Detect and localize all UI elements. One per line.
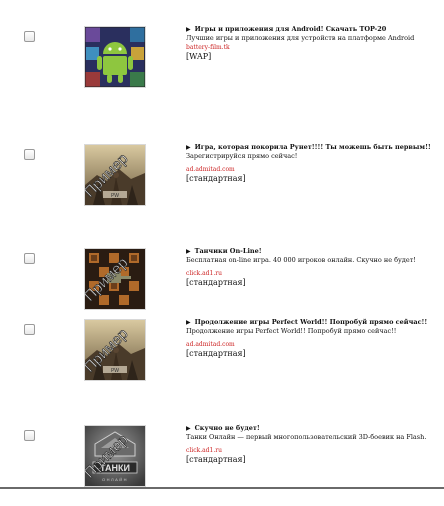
svg-text:PW: PW <box>111 368 119 374</box>
ad-select-checkbox[interactable] <box>24 253 35 264</box>
android-apps-image <box>85 27 145 87</box>
play-triangle-icon: ▶ <box>186 425 191 432</box>
play-triangle-icon: ▶ <box>186 248 191 255</box>
ad-text-block: ▶ Танчики On-Line! Бесплатная on-line игр… <box>186 247 436 288</box>
ad-row: ТАНКИ ОНЛАЙН Пример ▶ Скучно не будет! Та… <box>0 424 444 506</box>
svg-text:ОНЛАЙН: ОНЛАЙН <box>102 477 128 482</box>
ad-title[interactable]: ▶ Продолжение игры Perfect World!! Попроб… <box>186 318 436 327</box>
ad-row: PW Пример ▶ Игра, которая покорила Рунет!… <box>0 143 444 225</box>
ad-description: Лучшие игры и приложения для устройств н… <box>186 34 415 42</box>
bottom-divider <box>0 487 444 489</box>
ad-text-block: ▶ Игры и приложения для Android! Скачать … <box>186 25 436 62</box>
ad-select-checkbox[interactable] <box>24 324 35 335</box>
ad-domain[interactable]: click.ad1.ru <box>186 446 436 455</box>
ad-format-tag: [WAP] <box>186 52 212 61</box>
ad-domain[interactable]: ad.admitad.com <box>186 165 436 174</box>
ad-title[interactable]: ▶ Танчики On-Line! <box>186 247 436 256</box>
ad-thumbnail[interactable]: PW Пример <box>85 145 145 205</box>
play-triangle-icon: ▶ <box>186 144 191 151</box>
ad-description: Продолжение игры Perfect World!! Попробу… <box>186 327 397 335</box>
svg-text:PW: PW <box>111 193 119 199</box>
ad-select-checkbox[interactable] <box>24 149 35 160</box>
ad-title[interactable]: ▶ Скучно не будет! <box>186 424 436 433</box>
ad-description: Танки Онлайн — первый многопользовательс… <box>186 433 427 441</box>
ad-thumbnail[interactable]: Пример <box>85 249 145 309</box>
ad-row: PW Пример ▶ Продолжение игры Perfect Worl… <box>0 318 444 400</box>
ad-format-tag: [стандартная] <box>186 174 246 183</box>
ad-format-tag: [стандартная] <box>186 455 246 464</box>
ad-thumbnail[interactable] <box>85 27 145 87</box>
ad-domain[interactable]: click.ad1.ru <box>186 269 436 278</box>
ad-select-checkbox[interactable] <box>24 31 35 42</box>
ad-text-block: ▶ Игра, которая покорила Рунет!!!! Ты мож… <box>186 143 436 184</box>
ad-text-block: ▶ Продолжение игры Perfect World!! Попроб… <box>186 318 436 359</box>
play-triangle-icon: ▶ <box>186 319 191 326</box>
ad-title[interactable]: ▶ Игра, которая покорила Рунет!!!! Ты мож… <box>186 143 436 152</box>
ad-text-block: ▶ Скучно не будет! Танки Онлайн — первый … <box>186 424 436 465</box>
ad-description: Бесплатная on-line игра. 40 000 игроков … <box>186 256 416 264</box>
ad-format-tag: [стандартная] <box>186 349 246 358</box>
play-triangle-icon: ▶ <box>186 26 191 33</box>
ad-select-checkbox[interactable] <box>24 430 35 441</box>
ad-row: ▶ Игры и приложения для Android! Скачать … <box>0 25 444 107</box>
ad-domain[interactable]: ad.admitad.com <box>186 340 436 349</box>
ad-format-tag: [стандартная] <box>186 278 246 287</box>
ad-domain[interactable]: battery-film.tk <box>186 43 436 52</box>
ad-thumbnail[interactable]: ТАНКИ ОНЛАЙН Пример <box>85 426 145 486</box>
ad-thumbnail[interactable]: PW Пример <box>85 320 145 380</box>
ad-description: Зарегистрируйся прямо сейчас! <box>186 152 298 160</box>
ad-title[interactable]: ▶ Игры и приложения для Android! Скачать … <box>186 25 436 34</box>
ad-row: Пример ▶ Танчики On-Line! Бесплатная on-l… <box>0 247 444 329</box>
